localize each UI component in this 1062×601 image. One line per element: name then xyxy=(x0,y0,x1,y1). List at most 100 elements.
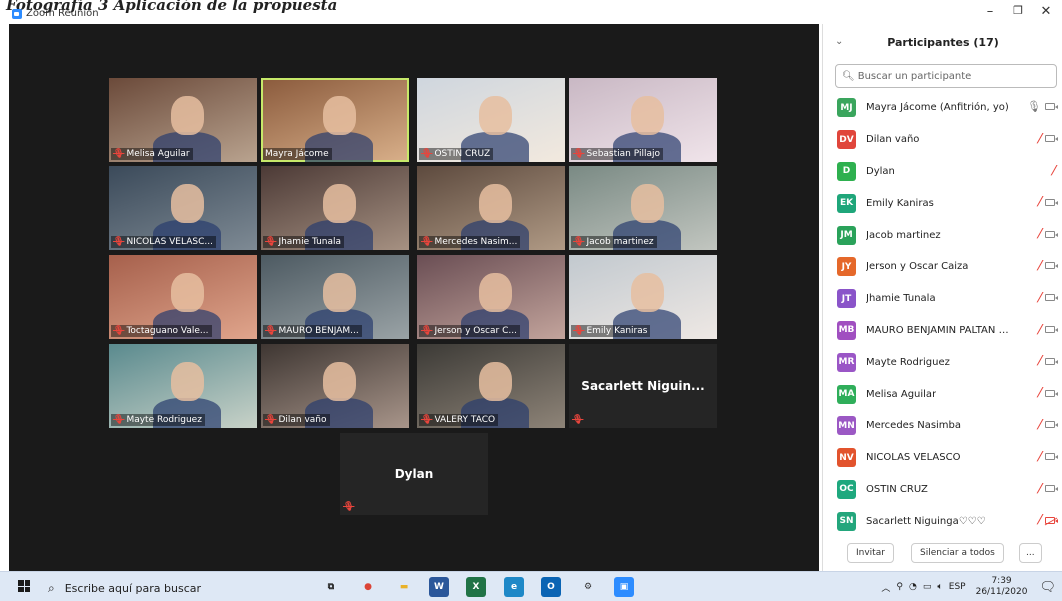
video-tile[interactable]: 🎙︎ Emily Kaniras xyxy=(569,255,717,339)
video-tile[interactable]: 🎙︎ NICOLAS VELASC... xyxy=(109,166,257,250)
taskbar-excel-icon[interactable]: X xyxy=(466,577,486,597)
video-tile[interactable]: 🎙︎ Dilan vaño xyxy=(261,344,409,428)
language-indicator[interactable]: ESP xyxy=(949,582,966,592)
taskbar-word-icon[interactable]: W xyxy=(429,577,449,597)
participant-status-icons: ⧸ xyxy=(1037,259,1058,273)
camera-icon[interactable] xyxy=(1045,453,1058,461)
mic-muted-icon[interactable]: ⧸ xyxy=(1037,354,1041,368)
participant-row[interactable]: MN Mercedes Nasimba ⧸ xyxy=(823,410,1062,442)
notification-icon[interactable]: 🗨︎ xyxy=(1039,580,1056,595)
taskbar-zoom-icon[interactable]: ▣ xyxy=(614,577,634,597)
clock[interactable]: 7:39 26/11/2020 xyxy=(976,576,1028,598)
tile-name-label: 🎙︎ VALERY TACO xyxy=(419,414,499,426)
video-tile[interactable]: 🎙︎ Jacob martinez xyxy=(569,166,717,250)
avatar: NV xyxy=(837,448,856,468)
tile-name-label: 🎙︎ Jacob martinez xyxy=(571,236,657,248)
participant-status-icons: ⧸ xyxy=(1051,164,1055,178)
camera-icon[interactable] xyxy=(1045,485,1058,493)
mic-muted-icon[interactable]: ⧸ xyxy=(1037,386,1041,400)
video-tile[interactable]: 🎙︎ Toctaguano Vale... xyxy=(109,255,257,339)
camera-icon[interactable] xyxy=(1045,294,1058,302)
video-tile[interactable]: 🎙︎ OSTIN CRUZ xyxy=(417,78,565,162)
participant-row[interactable]: MB MAURO BENJAMIN PALTAN GA... ⧸ xyxy=(823,315,1062,347)
network-icon[interactable]: ◔ xyxy=(909,582,917,592)
participant-row[interactable]: JY Jerson y Óscar Caiza ⧸ xyxy=(823,251,1062,283)
camera-icon[interactable] xyxy=(1045,389,1058,397)
participant-row[interactable]: DV Dilan vaño ⧸ xyxy=(823,124,1062,156)
avatar: DV xyxy=(837,130,856,150)
taskbar-search[interactable]: ⌕ Escribe aquí para buscar xyxy=(48,578,310,598)
mic-muted-icon[interactable]: ⧸ xyxy=(1037,418,1041,432)
video-tile[interactable]: 🎙︎ Sebastian Pillajo xyxy=(569,78,717,162)
participant-row[interactable]: NV NICOLAS VELASCO ⧸ xyxy=(823,442,1062,474)
zoom-meeting-screen: Fotografía 3 Aplicación de la propuesta … xyxy=(0,0,1062,601)
mic-muted-icon[interactable]: ⧸ xyxy=(1037,132,1041,146)
video-tile[interactable]: 🎙︎ VALERY TACO xyxy=(417,344,565,428)
more-options-button[interactable]: ... xyxy=(1019,543,1042,563)
mic-muted-icon: 🎙︎ xyxy=(265,326,277,336)
mic-muted-icon[interactable]: ⧸ xyxy=(1051,164,1055,178)
participant-row[interactable]: OC OSTIN CRUZ ⧸ xyxy=(823,474,1062,506)
mic-muted-icon[interactable]: ⧸ xyxy=(1037,259,1041,273)
location-icon[interactable]: ⚲ xyxy=(896,582,903,592)
participant-video-face xyxy=(323,362,356,402)
battery-icon[interactable]: ▭ xyxy=(923,582,932,592)
participant-row[interactable]: MA Melisa Aguilar ⧸ xyxy=(823,378,1062,410)
chevron-up-icon[interactable]: ︿ xyxy=(881,581,890,594)
close-button[interactable]: ✕ xyxy=(1036,4,1056,19)
mic-muted-icon[interactable]: ⧸ xyxy=(1037,513,1041,527)
participant-row[interactable]: D Dylan ⧸ xyxy=(823,156,1062,188)
avatar: MA xyxy=(837,384,856,404)
video-tile[interactable]: Dylan 🎙︎ xyxy=(340,433,488,515)
mic-muted-icon[interactable]: ⧸ xyxy=(1037,291,1041,305)
camera-icon[interactable] xyxy=(1045,357,1058,365)
camera-icon[interactable] xyxy=(1045,198,1058,206)
participant-search-box[interactable]: 🔍︎ xyxy=(835,64,1057,88)
volume-icon[interactable]: 🔈︎ xyxy=(937,582,942,592)
tile-name-text: Mayte Rodriguez xyxy=(126,415,202,425)
video-tile[interactable]: Sacarlett Niguin... 🎙︎ xyxy=(569,344,717,428)
video-tile[interactable]: 🎙︎ Mayte Rodriguez xyxy=(109,344,257,428)
mic-muted-icon[interactable]: ⧸ xyxy=(1037,195,1041,209)
participant-row[interactable]: MJ Mayra Jácome (Anfitrión, yo) 🎙︎ xyxy=(823,92,1062,124)
taskbar-chrome-icon[interactable]: ● xyxy=(358,577,378,597)
windows-start-icon[interactable] xyxy=(18,580,30,592)
camera-icon[interactable] xyxy=(1045,103,1058,110)
mic-icon[interactable]: 🎙︎ xyxy=(1027,100,1041,113)
mic-muted-icon[interactable]: ⧸ xyxy=(1037,323,1041,337)
participant-row[interactable]: SN Sacarlett Niguinga♡♡♡ ⧸ xyxy=(823,505,1062,537)
mic-muted-icon[interactable]: ⧸ xyxy=(1037,450,1041,464)
camera-off-icon[interactable] xyxy=(1045,516,1058,524)
taskbar-edge-icon[interactable]: e xyxy=(504,577,524,597)
camera-icon[interactable] xyxy=(1045,421,1058,429)
taskbar-settings-icon[interactable]: ⚙ xyxy=(578,577,598,597)
camera-icon[interactable] xyxy=(1045,326,1058,334)
video-tile[interactable]: 🎙︎ Melisa Aguilar xyxy=(109,78,257,162)
camera-icon[interactable] xyxy=(1045,230,1058,238)
participant-search-input[interactable] xyxy=(857,70,1048,82)
tile-name-label: Mayra Jácome xyxy=(263,148,332,160)
video-tile[interactable]: 🎙︎ Jerson y Oscar C... xyxy=(417,255,565,339)
video-tile[interactable]: 🎙︎ Mercedes Nasim... xyxy=(417,166,565,250)
mute-all-button[interactable]: Silenciar a todos xyxy=(911,543,1004,563)
clock-date: 26/11/2020 xyxy=(975,587,1028,597)
camera-icon[interactable] xyxy=(1045,135,1058,143)
video-tile[interactable]: 🎙︎ Jhamie Tunala xyxy=(261,166,409,250)
taskbar-task-view-icon[interactable]: ⧉ xyxy=(321,577,341,597)
mic-muted-icon[interactable]: ⧸ xyxy=(1037,227,1041,241)
participant-status-icons: ⧸ xyxy=(1037,132,1058,146)
mic-muted-icon[interactable]: ⧸ xyxy=(1037,482,1041,496)
participant-row[interactable]: MR Mayte Rodriguez ⧸ xyxy=(823,346,1062,378)
invite-button[interactable]: Invitar xyxy=(847,543,894,563)
taskbar-explorer-icon[interactable]: ▬ xyxy=(394,577,414,597)
participant-row[interactable]: JT Jhamie Tunala ⧸ xyxy=(823,283,1062,315)
video-tile[interactable]: Mayra Jácome xyxy=(261,78,409,162)
restore-button[interactable]: ❐ xyxy=(1008,4,1028,17)
camera-icon[interactable] xyxy=(1045,262,1058,270)
video-tile[interactable]: 🎙︎ MAURO BENJAM... xyxy=(261,255,409,339)
participants-footer: Invitar Silenciar a todos ... xyxy=(823,537,1062,567)
participant-row[interactable]: EK Emily Kaniras ⧸ xyxy=(823,187,1062,219)
participant-row[interactable]: JM Jacob martinez ⧸ xyxy=(823,219,1062,251)
taskbar-outlook-icon[interactable]: O xyxy=(541,577,561,597)
minimize-button[interactable]: – xyxy=(980,4,1000,19)
